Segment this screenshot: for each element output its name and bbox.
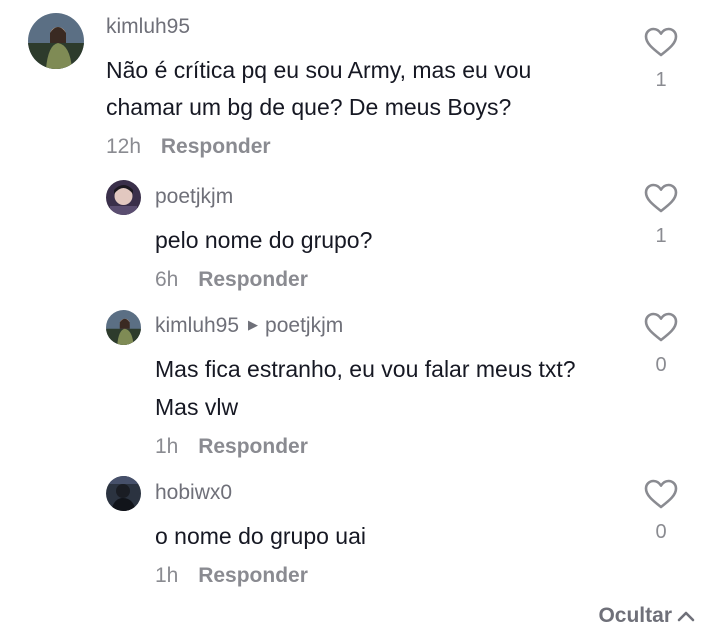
reply-button[interactable]: Responder xyxy=(161,135,271,158)
hide-replies-button[interactable]: Ocultar xyxy=(598,604,696,628)
comment-meta: 12h Responder xyxy=(106,135,271,159)
comment-meta: 6h Responder xyxy=(155,268,308,292)
reply-button[interactable]: Responder xyxy=(198,564,308,587)
reply-button[interactable]: Responder xyxy=(198,435,308,458)
heart-outline-icon xyxy=(644,312,678,342)
comment-time: 1h xyxy=(155,435,179,458)
triangle-right-icon: ▶ xyxy=(248,317,259,332)
comment-text-line: Mas vlw xyxy=(155,394,239,420)
comment-text-line: chamar um bg de que? De meus Boys? xyxy=(106,94,512,120)
comment-meta: 1h Responder xyxy=(155,435,308,459)
comment-username[interactable]: kimluh95 xyxy=(106,15,190,39)
reply-to-username[interactable]: poetjkjm xyxy=(265,314,343,337)
comment-username[interactable]: kimluh95 xyxy=(155,314,239,337)
comment-text-line: Não é crítica pq eu sou Army, mas eu vou xyxy=(106,57,532,83)
comment-text-line: pelo nome do grupo? xyxy=(155,227,373,253)
comment-time: 1h xyxy=(155,564,179,587)
hide-replies-label: Ocultar xyxy=(598,604,672,627)
reply-button[interactable]: Responder xyxy=(198,268,308,291)
like-button[interactable]: 1 xyxy=(641,183,681,248)
like-count: 1 xyxy=(655,225,667,247)
avatar-poetjkjm-image xyxy=(106,180,141,215)
comment-text-line: Mas fica estranho, eu vou falar meus txt… xyxy=(155,356,576,382)
avatar-kimluh95-image xyxy=(28,13,84,69)
heart-outline-icon xyxy=(644,183,678,213)
like-count: 0 xyxy=(655,521,667,543)
comment-time: 12h xyxy=(106,135,142,158)
comment-text-line: o nome do grupo uai xyxy=(155,523,366,549)
comment-meta: 1h Responder xyxy=(155,564,308,588)
like-button[interactable]: 0 xyxy=(641,312,681,377)
heart-outline-icon xyxy=(644,27,678,57)
like-button[interactable]: 1 xyxy=(641,27,681,92)
like-count: 0 xyxy=(655,354,667,376)
comment-username[interactable]: poetjkjm xyxy=(155,185,233,209)
chevron-up-icon xyxy=(677,611,695,622)
avatar[interactable] xyxy=(28,13,84,69)
avatar[interactable] xyxy=(106,310,141,345)
avatar[interactable] xyxy=(106,476,141,511)
avatar-kimluh95-image xyxy=(106,310,141,345)
avatar-hobiwx0-image xyxy=(106,476,141,511)
comment-time: 6h xyxy=(155,268,179,291)
comment-username[interactable]: hobiwx0 xyxy=(155,481,232,505)
comment-username-row: kimluh95 ▶ poetjkjm xyxy=(155,314,343,338)
like-count: 1 xyxy=(655,69,667,91)
heart-outline-icon xyxy=(644,479,678,509)
like-button[interactable]: 0 xyxy=(641,479,681,544)
avatar[interactable] xyxy=(106,180,141,215)
